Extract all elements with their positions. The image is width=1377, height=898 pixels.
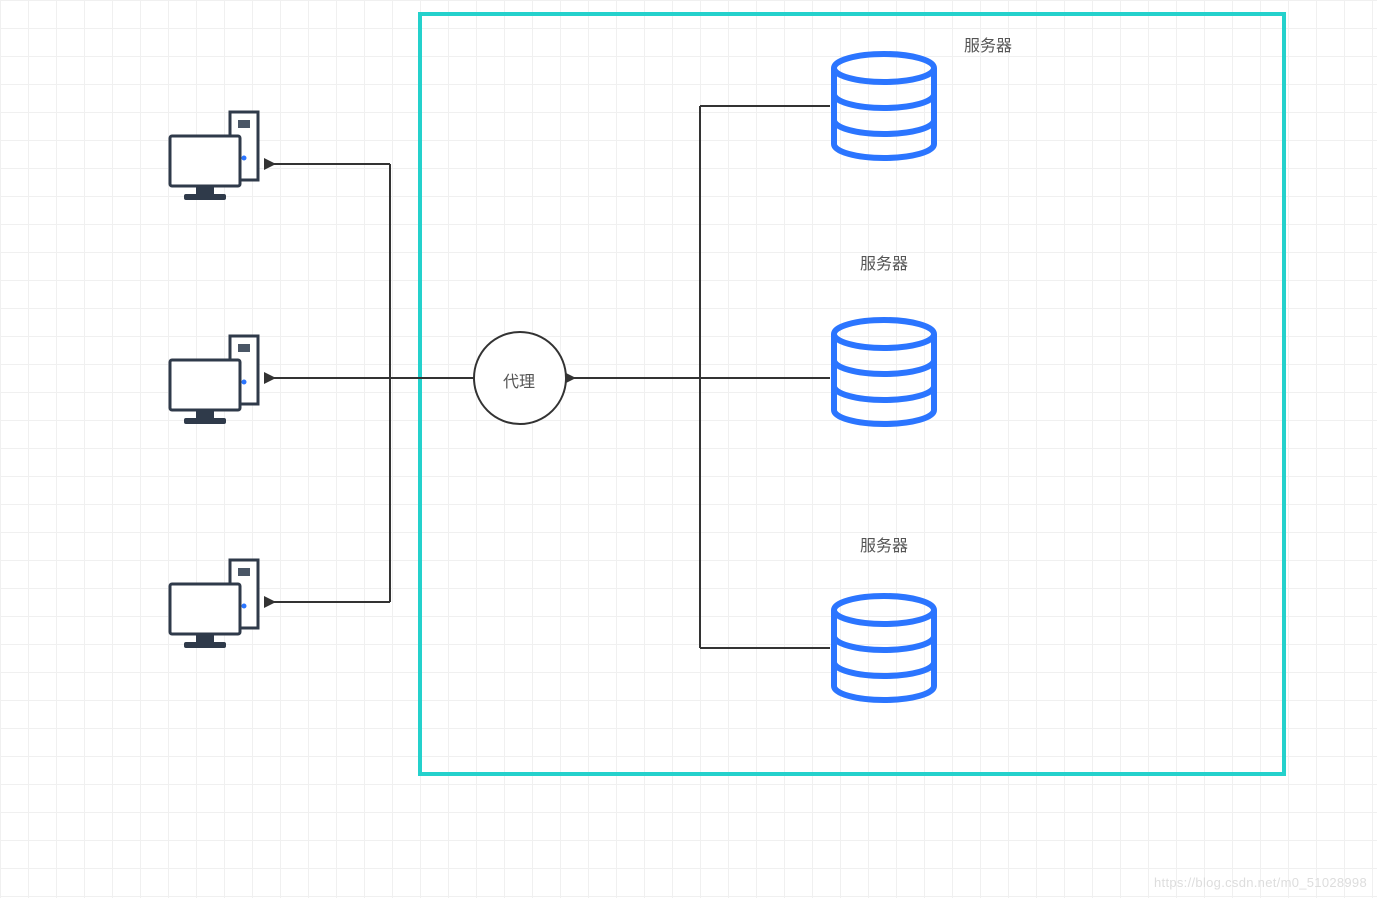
edge-proxy-to-clients: [278, 164, 474, 602]
client-1: [170, 112, 258, 200]
computer-icon: [170, 336, 258, 424]
server-1: [834, 54, 934, 158]
server-3: [834, 596, 934, 700]
client-3: [170, 560, 258, 648]
database-icon: [834, 320, 934, 424]
computer-icon: [170, 560, 258, 648]
database-icon: [834, 54, 934, 158]
diagram-svg: [0, 0, 1377, 898]
edge-servers-to-proxy: [576, 106, 830, 648]
server-2-label: 服务器: [860, 250, 908, 274]
server-1-label: 服务器: [964, 32, 1012, 56]
watermark-text: https://blog.csdn.net/m0_51028998: [1154, 875, 1367, 890]
client-2: [170, 336, 258, 424]
computer-icon: [170, 112, 258, 200]
server-3-label: 服务器: [860, 532, 908, 556]
proxy-label: 代理: [503, 368, 535, 392]
database-icon: [834, 596, 934, 700]
server-2: [834, 320, 934, 424]
